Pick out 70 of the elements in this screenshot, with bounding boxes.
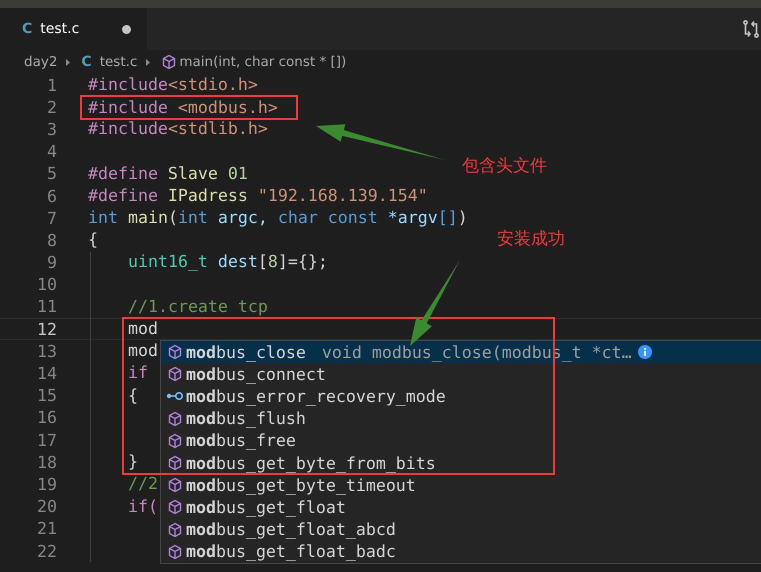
code-line: { (88, 231, 98, 250)
annotation-text: 包含头文件 (462, 155, 547, 177)
line-number: 6 (46, 186, 57, 206)
cube-icon (166, 522, 184, 538)
code-line: //2 (128, 475, 158, 494)
line-number: 5 (46, 164, 57, 184)
code-line: #include<stdlib.h> (88, 120, 268, 139)
line-number: 20 (36, 497, 57, 516)
code-line: if (128, 364, 148, 383)
cube-icon (166, 499, 184, 516)
c-file-icon: C (81, 54, 92, 70)
line-number: 17 (36, 430, 57, 450)
code-line: uint16_t dest[8]={}; (128, 253, 328, 272)
code-line: if( (128, 498, 158, 516)
cube-icon (166, 455, 184, 472)
suggestion-item[interactable]: modbus_free (161, 430, 761, 452)
suggestion-item[interactable]: modbus_get_float_badc (161, 540, 761, 563)
code-line: { (128, 386, 138, 405)
suggestion-item[interactable]: modbus_get_float (161, 496, 761, 518)
code-line: mod (128, 320, 158, 338)
cube-icon (166, 544, 184, 560)
annotation-text: 安装成功 (497, 228, 565, 250)
info-icon[interactable] (638, 345, 652, 360)
suggestion-item[interactable]: modbus_get_byte_timeout (161, 474, 761, 496)
breadcrumb-item[interactable]: main(int, char const * []) (179, 54, 346, 70)
line-number: 15 (36, 386, 57, 406)
line-number: 4 (46, 142, 57, 162)
compare-changes-icon[interactable] (743, 20, 759, 38)
suggestion-item[interactable]: modbus_get_byte_from_bits (161, 452, 761, 474)
line-number: 9 (46, 253, 57, 272)
cube-icon (166, 432, 184, 449)
cube-icon (166, 477, 184, 494)
line-number: 8 (46, 230, 57, 250)
code-line: } (128, 453, 138, 472)
line-number: 14 (36, 364, 57, 384)
cube-icon (166, 366, 184, 382)
line-number: 18 (36, 452, 57, 472)
breadcrumb-item[interactable]: day2 (24, 54, 58, 70)
code-line: #define Slave 01 (88, 164, 248, 183)
line-number: 2 (46, 98, 57, 117)
suggestion-item[interactable]: modbus_error_recovery_mode (161, 385, 761, 408)
suggestion-item[interactable]: modbus_get_float_abcd (161, 518, 761, 541)
chevron-icon (65, 58, 72, 66)
line-number: 16 (36, 408, 57, 428)
cube-icon (166, 344, 184, 360)
chevron-icon (145, 58, 152, 66)
code-line: int main(int argc, char const *argv[]) (88, 209, 468, 228)
code-line: #include<stdio.h> (88, 76, 258, 94)
line-number: 13 (36, 342, 57, 361)
suggestion-item[interactable]: modbus_flush (161, 408, 761, 430)
field-icon (166, 391, 184, 402)
line-number: 10 (36, 275, 57, 294)
line-number: 3 (46, 120, 57, 139)
line-number: 12 (36, 320, 57, 339)
editor-tab[interactable]: C test.c (0, 8, 147, 50)
code-line: #include <modbus.h> (88, 98, 278, 117)
cube-icon (166, 410, 184, 427)
c-file-icon: C (22, 21, 32, 37)
line-number: 21 (36, 519, 57, 538)
line-number: 7 (46, 208, 57, 228)
suggestion-item[interactable]: modbus_connect (161, 363, 761, 386)
line-number: 22 (36, 542, 57, 561)
line-number: 11 (36, 297, 57, 316)
code-line: #define IPadress "192.168.139.154" (88, 186, 428, 206)
code-line: //1.create tcp (128, 298, 268, 316)
cube-icon (161, 54, 178, 70)
code-line: mod (128, 342, 158, 360)
line-number: 1 (46, 76, 57, 95)
breadcrumb-item[interactable]: test.c (100, 54, 138, 70)
line-number: 19 (36, 474, 57, 494)
